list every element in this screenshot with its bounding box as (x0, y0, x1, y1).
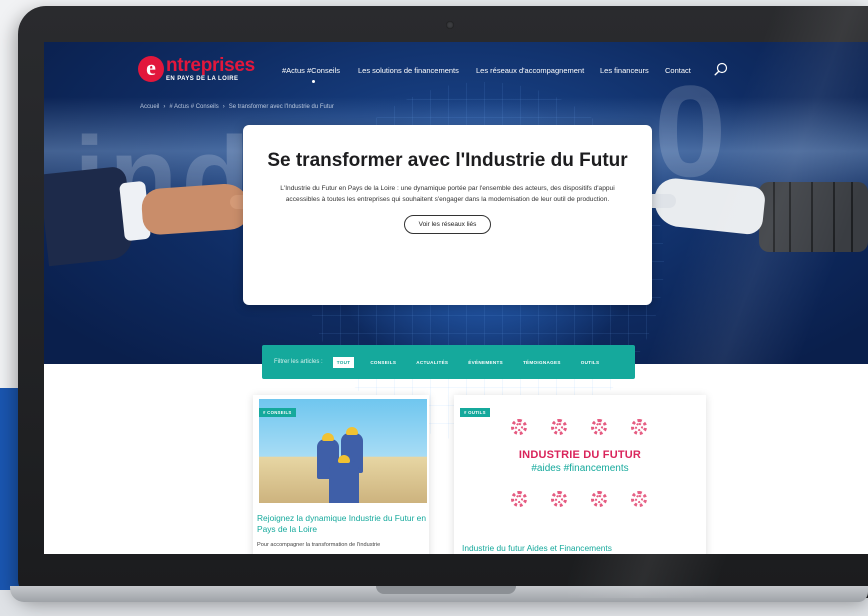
article-title[interactable]: Industrie du futur Aides et Financements (462, 543, 702, 553)
breadcrumb-home[interactable]: Accueil (140, 104, 159, 110)
decorative-pattern-top (500, 417, 658, 437)
logo-wordmark: ntreprises EN PAYS DE LA LOIRE (166, 54, 255, 82)
article-card[interactable]: # OUTILS INDUSTRIE DU FUTUR #aides #fina… (454, 395, 706, 554)
article-image-heading: INDUSTRIE DU FUTUR (518, 449, 642, 461)
site-logo[interactable]: e ntreprises EN PAYS DE LA LOIRE (138, 56, 255, 82)
article-tag[interactable]: # OUTILS (460, 408, 490, 417)
article-image-subheading: #aides #financements (531, 463, 629, 474)
laptop-screen: indu 0 e ntreprises EN PAYS DE LA LOIRE … (44, 42, 868, 554)
article-card[interactable]: # CONSEILS Rejoignez la dynamique Indust… (253, 395, 429, 554)
filter-all[interactable]: TOUT (332, 356, 355, 368)
nav-financeurs[interactable]: Les financeurs (600, 66, 649, 75)
hero-card: Se transformer avec l'Industrie du Futur… (243, 125, 652, 305)
view-networks-button[interactable]: Voir les réseaux liés (403, 215, 492, 234)
nav-solutions-financements[interactable]: Les solutions de financements (358, 66, 459, 75)
breadcrumb-actus[interactable]: # Actus # Conseils (169, 104, 218, 110)
nav-active-indicator (312, 80, 315, 83)
logo-title: ntreprises (166, 54, 255, 76)
article-filter-bar: Filtrer les articles : TOUT CONSEILS ACT… (262, 345, 635, 379)
human-sleeve (44, 165, 135, 267)
breadcrumb: Accueil › # Actus # Conseils › Se transforme… (140, 104, 334, 110)
hero-description: L'Industrie du Futur en Pays de la Loire… (280, 185, 615, 203)
search-icon[interactable] (714, 62, 728, 76)
nav-reseaux-accompagnement[interactable]: Les réseaux d'accompagnement (476, 66, 584, 75)
robot-arm (759, 182, 868, 252)
logo-subtitle: EN PAYS DE LA LOIRE (166, 75, 239, 82)
decorative-pattern-bottom (500, 489, 658, 509)
human-hand (140, 182, 252, 236)
laptop-base-notch (376, 586, 516, 594)
article-excerpt: Pour accompagner la transformation de l'… (257, 542, 381, 548)
filter-conseils[interactable]: CONSEILS (366, 357, 400, 368)
breadcrumb-current: Se transformer avec l'Industrie du Futur (228, 104, 334, 110)
filter-label: Filtrer les articles : (274, 359, 323, 365)
article-tag[interactable]: # CONSEILS (259, 408, 296, 417)
nav-actus-conseils[interactable]: #Actus #Conseils (282, 66, 340, 75)
filter-evenements[interactable]: ÉVÉNEMENTS (464, 357, 507, 368)
filter-actualites[interactable]: ACTUALITÉS (412, 357, 452, 368)
page-title: Se transformer avec l'Industrie du Futur (267, 150, 628, 171)
filter-temoignages[interactable]: TÉMOIGNAGES (519, 357, 565, 368)
filter-outils[interactable]: OUTILS (577, 357, 604, 368)
logo-mark: e (138, 56, 164, 82)
webcam (446, 21, 454, 29)
article-title[interactable]: Rejoignez la dynamique Industrie du Futu… (257, 513, 427, 535)
nav-contact[interactable]: Contact (665, 66, 691, 75)
site-header: e ntreprises EN PAYS DE LA LOIRE #Actus … (44, 42, 868, 102)
